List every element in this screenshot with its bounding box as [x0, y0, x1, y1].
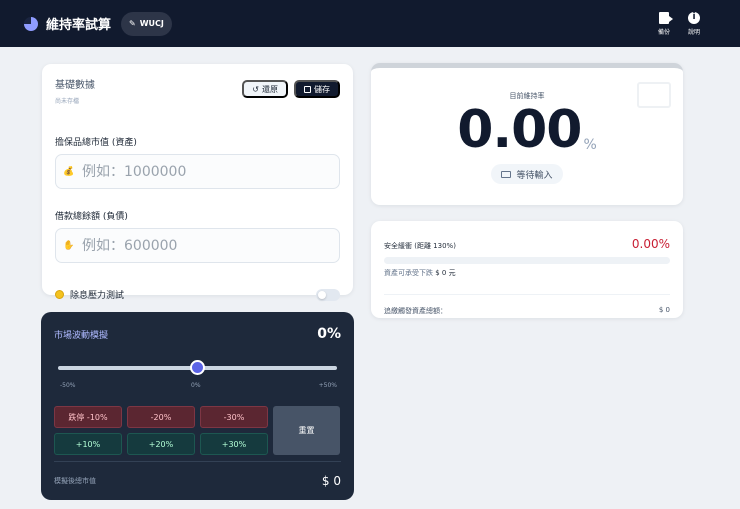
drop-tolerance-value: $ 0 元	[435, 269, 456, 277]
drop-tolerance: 資產可承受下跌 $ 0 元	[384, 268, 670, 278]
market-header: 市場波動模擬 0%	[54, 326, 341, 342]
undo-icon: ↺	[252, 84, 259, 94]
slider-label-min: -50%	[60, 382, 76, 389]
result-value: $ 0	[321, 474, 341, 488]
safety-buffer-card: 安全緩衝 (距離 130%) 0.00% 資產可承受下跌 $ 0 元 追繳觸發資…	[371, 221, 683, 318]
pie-chart-icon	[24, 16, 38, 31]
market-result-row: 模擬後總市值 $ 0	[54, 461, 341, 488]
user-chip-label: WUCJ	[139, 19, 164, 28]
scenario-minus-30-button[interactable]: -30%	[200, 406, 268, 428]
keyboard-icon	[501, 170, 512, 178]
margin-call-row: 追繳觸發資產總額： $ 0	[384, 294, 670, 316]
slider-labels: -50% 0% +50%	[54, 382, 341, 392]
base-card-header: 基礎數據 尚未存檔 ↺ 還原 儲存	[55, 76, 340, 114]
backup-label: 備份	[657, 28, 670, 36]
user-chip[interactable]: ✎ WUCJ	[121, 11, 172, 36]
scenario-minus-10-button[interactable]: 跌停 -10%	[54, 406, 122, 428]
save-icon	[304, 85, 311, 93]
slider-label-max: +50%	[318, 382, 337, 389]
hand-icon: ✋	[63, 240, 75, 251]
help-button[interactable]: i 說明	[687, 11, 700, 36]
restore-label: 還原	[262, 84, 278, 94]
loan-label: 借款總餘額 (負債)	[55, 212, 128, 222]
help-label: 說明	[687, 28, 700, 36]
coin-icon	[55, 290, 64, 299]
maintenance-ratio-card: 目前維持率 0.00 % 等待輸入	[371, 63, 683, 205]
safety-progress-bar	[384, 257, 670, 264]
market-percent: 0%	[317, 326, 341, 342]
ratio-value: 0.00	[457, 100, 582, 160]
drop-tolerance-label: 資產可承受下跌	[384, 269, 433, 277]
loan-input[interactable]	[82, 237, 331, 254]
app-title: 維持率試算	[46, 18, 112, 33]
backup-button[interactable]: 備份	[657, 11, 673, 36]
slider-label-mid: 0%	[191, 382, 201, 389]
restore-button[interactable]: ↺ 還原	[242, 80, 288, 98]
ratio-display: 0.00 %	[457, 100, 597, 160]
base-card-title: 基礎數據	[55, 80, 95, 91]
safety-value: 0.00%	[631, 237, 670, 251]
loan-field[interactable]: ✋	[55, 228, 340, 263]
stress-test-toggle[interactable]	[316, 288, 340, 301]
base-data-card: 基礎數據 尚未存檔 ↺ 還原 儲存 擔保品總市值 (資產) 💰 借款總餘額 (負…	[42, 64, 353, 301]
result-label: 模擬後總市值	[54, 477, 96, 485]
market-title: 市場波動模擬	[54, 330, 109, 341]
safety-label: 安全緩衝 (距離 130%)	[384, 242, 456, 250]
pencil-icon: ✎	[129, 19, 136, 28]
status-text: 等待輸入	[516, 170, 553, 181]
market-simulation-card: 市場波動模擬 0% -50% 0% +50% 跌停 -10% -20% -30%…	[41, 312, 354, 500]
save-label: 儲存	[314, 84, 330, 94]
margin-call-label: 追繳觸發資產總額：	[384, 307, 447, 315]
info-icon: i	[687, 11, 700, 24]
stress-test-row: 除息壓力測試	[55, 288, 340, 301]
save-button[interactable]: 儲存	[294, 80, 340, 98]
chart-watermark-icon	[637, 82, 671, 108]
margin-call-value: $ 0	[658, 306, 670, 314]
top-bar: 維持率試算 ✎ WUCJ 備份 i 說明	[0, 0, 740, 47]
scenario-buttons: 跌停 -10% -20% -30% +10% +20% +30% 重置	[54, 406, 341, 455]
save-status: 尚未存檔	[55, 98, 80, 105]
brand: 維持率試算	[24, 14, 111, 33]
money-bag-icon: 💰	[63, 166, 75, 177]
collateral-field[interactable]: 💰	[55, 154, 340, 189]
top-actions: 備份 i 說明	[657, 11, 716, 36]
market-slider[interactable]	[54, 356, 341, 380]
safety-row: 安全緩衝 (距離 130%) 0.00%	[384, 237, 670, 251]
status-badge: 等待輸入	[491, 164, 563, 184]
collateral-label: 擔保品總市值 (資產)	[55, 138, 137, 148]
scenario-plus-20-button[interactable]: +20%	[127, 433, 195, 455]
scenario-minus-20-button[interactable]: -20%	[127, 406, 195, 428]
stress-test-label: 除息壓力測試	[70, 291, 125, 301]
scenario-plus-30-button[interactable]: +30%	[200, 433, 268, 455]
scenario-plus-10-button[interactable]: +10%	[54, 433, 122, 455]
reset-button[interactable]: 重置	[273, 406, 340, 455]
base-card-actions: ↺ 還原 儲存	[242, 80, 340, 98]
ratio-unit: %	[583, 137, 597, 153]
collateral-input[interactable]	[82, 163, 331, 180]
export-icon	[658, 11, 673, 24]
slider-thumb[interactable]	[190, 360, 205, 375]
